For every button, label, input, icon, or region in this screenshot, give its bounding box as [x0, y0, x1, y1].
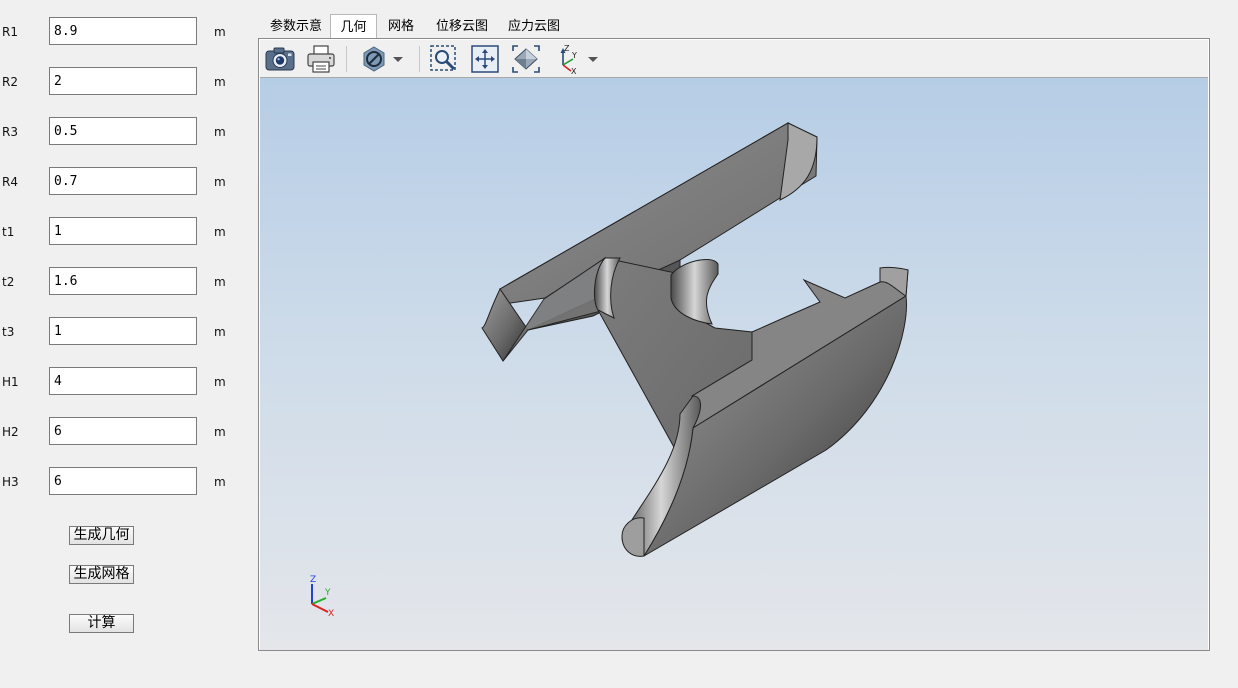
param-input-r4[interactable] — [49, 167, 197, 195]
param-unit: m — [214, 325, 226, 339]
toolbar-separator — [346, 46, 347, 72]
param-row-t1: t1 m — [0, 217, 240, 247]
print-icon[interactable] — [305, 43, 337, 75]
dropdown-arrow-icon[interactable] — [585, 43, 601, 75]
camera-icon[interactable] — [264, 43, 296, 75]
compute-button[interactable]: 计算 — [69, 614, 134, 633]
triad-z-label: Z — [310, 575, 316, 585]
svg-text:X: X — [571, 67, 577, 75]
triad-y-label: Y — [324, 588, 331, 598]
geometry-model — [481, 122, 909, 557]
param-unit: m — [214, 175, 226, 189]
toolbar-separator — [419, 46, 420, 72]
param-row-t3: t3 m — [0, 317, 240, 347]
param-unit: m — [214, 425, 226, 439]
param-input-r1[interactable] — [49, 17, 197, 45]
param-label: R1 — [2, 25, 18, 39]
param-row-r3: R3 m — [0, 117, 240, 147]
param-label: H3 — [2, 475, 19, 489]
axis-view-icon[interactable]: Z Y X — [551, 43, 583, 76]
svg-text:Z: Z — [564, 44, 570, 53]
isometric-view-icon[interactable] — [510, 43, 542, 75]
param-unit: m — [214, 125, 226, 139]
param-unit: m — [214, 375, 226, 389]
app-window: R1 m R2 m R3 m R4 m t1 m t2 m — [0, 0, 1238, 688]
param-label: H2 — [2, 425, 19, 439]
param-unit: m — [214, 75, 226, 89]
param-input-t1[interactable] — [49, 217, 197, 245]
param-input-r3[interactable] — [49, 117, 197, 145]
display-mode-icon[interactable] — [358, 43, 390, 75]
tab-geometry[interactable]: 几何 — [330, 14, 377, 40]
dropdown-arrow-icon[interactable] — [390, 43, 406, 75]
param-row-r1: R1 m — [0, 17, 240, 47]
geometry-viewer: Z Y X Z Y X — [258, 38, 1210, 651]
param-input-r2[interactable] — [49, 67, 197, 95]
3d-viewport[interactable]: Z Y X — [260, 78, 1208, 650]
param-label: R3 — [2, 125, 18, 139]
param-label: t3 — [2, 325, 15, 339]
zoom-window-icon[interactable] — [428, 43, 460, 75]
generate-mesh-button[interactable]: 生成网格 — [69, 565, 134, 584]
param-input-h3[interactable] — [49, 467, 197, 495]
viewer-toolbar: Z Y X — [260, 40, 1208, 78]
param-row-r4: R4 m — [0, 167, 240, 197]
svg-text:Y: Y — [571, 51, 577, 60]
param-label: H1 — [2, 375, 19, 389]
param-input-t2[interactable] — [49, 267, 197, 295]
param-row-t2: t2 m — [0, 267, 240, 297]
param-label: R2 — [2, 75, 18, 89]
tab-displacement[interactable]: 位移云图 — [428, 14, 496, 39]
param-unit: m — [214, 225, 226, 239]
param-row-h2: H2 m — [0, 417, 240, 447]
param-input-t3[interactable] — [49, 317, 197, 345]
triad-x-label: X — [328, 609, 334, 619]
param-row-h1: H1 m — [0, 367, 240, 397]
param-label: R4 — [2, 175, 18, 189]
param-row-r2: R2 m — [0, 67, 240, 97]
axis-triad: Z Y X — [310, 575, 334, 619]
param-input-h1[interactable] — [49, 367, 197, 395]
generate-geometry-button[interactable]: 生成几何 — [69, 526, 134, 545]
tab-mesh[interactable]: 网格 — [379, 14, 423, 39]
param-input-h2[interactable] — [49, 417, 197, 445]
param-label: t1 — [2, 225, 15, 239]
param-unit: m — [214, 475, 226, 489]
param-label: t2 — [2, 275, 15, 289]
param-unit: m — [214, 25, 226, 39]
tab-stress[interactable]: 应力云图 — [500, 14, 568, 39]
tab-param-diagram[interactable]: 参数示意 — [262, 14, 330, 39]
param-unit: m — [214, 275, 226, 289]
fit-all-icon[interactable] — [469, 43, 501, 75]
param-row-h3: H3 m — [0, 467, 240, 497]
